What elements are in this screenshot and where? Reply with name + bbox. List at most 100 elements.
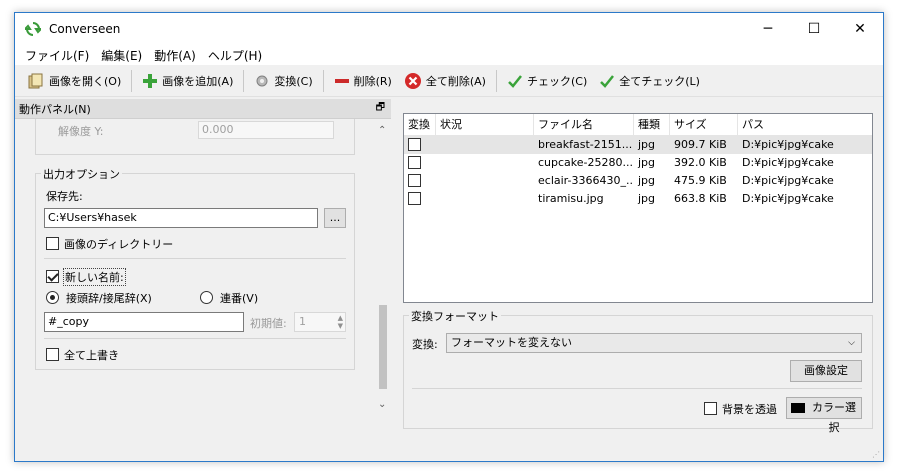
action-panel: 動作パネル(N) 🗗 解像度 Y: 0.000 出力オプション 保存先: C:¥…: [15, 99, 391, 461]
menu-help[interactable]: ヘルプ(H): [202, 47, 268, 64]
folder-image-icon: [28, 73, 43, 88]
table-row[interactable]: cupcake-25280... jpg 392.0 KiB D:¥pic¥jp…: [404, 154, 872, 172]
scroll-down-icon[interactable]: ⌄: [378, 399, 386, 410]
resize-grip-icon[interactable]: ⋰: [872, 450, 880, 459]
add-images-button[interactable]: 画像を追加(A): [136, 67, 239, 95]
transparent-bg-label: 背景を透過: [722, 403, 777, 416]
rename-input[interactable]: #_copy: [44, 312, 244, 332]
toolbar-separator: [131, 69, 133, 92]
row-size: 392.0 KiB: [674, 156, 727, 169]
color-select-label: カラー選択: [812, 401, 856, 434]
convert-button[interactable]: 変換(C): [248, 67, 318, 95]
delete-all-button[interactable]: 全て削除(A): [398, 67, 492, 95]
initial-value-spinner[interactable]: 1 ▲ ▼: [294, 312, 346, 332]
transparent-bg-checkbox[interactable]: [704, 402, 717, 415]
overwrite-all-checkbox[interactable]: [46, 348, 59, 361]
sequence-radio[interactable]: [200, 291, 213, 304]
app-window: Converseen ─ ☐ ✕ ファイル(F) 編集(E) 動作(A) ヘルプ…: [14, 12, 884, 462]
app-icon: [25, 22, 41, 36]
panel-scrollbar[interactable]: ⌃ ⌄: [375, 119, 391, 415]
col-path[interactable]: パス: [738, 114, 872, 135]
row-filename: eclair-3366430_...: [538, 174, 634, 187]
row-type: jpg: [638, 156, 656, 169]
new-name-checkbox[interactable]: [46, 270, 59, 283]
resolution-y-input[interactable]: 0.000: [198, 121, 334, 139]
row-checkbox[interactable]: [408, 156, 421, 169]
check-button[interactable]: チェック(C): [501, 67, 593, 95]
new-name-label: 新しい名前:: [63, 268, 126, 286]
color-swatch: [791, 403, 805, 413]
browse-button[interactable]: ...: [324, 208, 346, 228]
check-all-icon: [600, 74, 615, 88]
menu-edit[interactable]: 編集(E): [95, 47, 148, 64]
row-status: [436, 136, 534, 154]
menu-action[interactable]: 動作(A): [148, 47, 202, 64]
overwrite-all-label: 全て上書き: [64, 349, 119, 362]
row-type: jpg: [638, 174, 656, 187]
scrollbar-thumb[interactable]: [379, 305, 387, 389]
minimize-button[interactable]: ─: [745, 13, 791, 45]
row-checkbox[interactable]: [408, 192, 421, 205]
row-type: jpg: [638, 138, 656, 151]
table-row[interactable]: tiramisu.jpg jpg 663.8 KiB D:¥pic¥jpg¥ca…: [404, 190, 872, 208]
row-checkbox[interactable]: [408, 174, 421, 187]
open-images-button[interactable]: 画像を開く(O): [21, 67, 127, 95]
menu-file[interactable]: ファイル(F): [19, 47, 95, 64]
toolbar: 画像を開く(O) 画像を追加(A) 変換(C) 削除(R) 全て削除(A) チェ…: [15, 65, 883, 97]
row-size: 663.8 KiB: [674, 192, 727, 205]
color-select-button[interactable]: カラー選択: [786, 397, 862, 434]
save-to-input[interactable]: C:¥Users¥hasek: [44, 208, 318, 228]
col-convert[interactable]: 変換: [404, 114, 436, 135]
image-dir-label: 画像のディレクトリー: [64, 238, 174, 251]
panel-title: 動作パネル(N): [19, 102, 91, 116]
col-status[interactable]: 状況: [436, 114, 534, 135]
menu-bar: ファイル(F) 編集(E) 動作(A) ヘルプ(H): [15, 45, 883, 65]
save-to-label: 保存先:: [46, 190, 83, 203]
maximize-button[interactable]: ☐: [791, 13, 837, 45]
row-status: [436, 190, 534, 208]
row-path: D:¥pic¥jpg¥cake: [742, 192, 834, 205]
plus-icon: [143, 73, 158, 88]
conversion-format-group: 変換フォーマット 変換: フォーマットを変えない ⌵ 画像設定 背景を透過 カラ…: [403, 308, 873, 434]
prefix-suffix-radio[interactable]: [46, 291, 59, 304]
check-all-button[interactable]: 全てチェック(L): [593, 67, 706, 95]
scroll-up-icon[interactable]: ⌃: [378, 125, 386, 136]
format-select-value: フォーマットを変えない: [451, 336, 572, 349]
row-path: D:¥pic¥jpg¥cake: [742, 138, 834, 151]
float-panel-icon[interactable]: 🗗: [376, 100, 385, 117]
table-header: 変換 状況 ファイル名 種類 サイズ パス: [404, 114, 872, 136]
image-dir-checkbox[interactable]: [46, 237, 59, 250]
toolbar-separator: [243, 69, 245, 92]
panel-header: 動作パネル(N) 🗗: [15, 99, 391, 119]
window-title: Converseen: [49, 22, 121, 36]
image-settings-button[interactable]: 画像設定: [790, 360, 862, 382]
delete-button[interactable]: 削除(R): [328, 67, 398, 95]
check-icon: [508, 74, 522, 88]
row-type: jpg: [638, 192, 656, 205]
gear-icon: [256, 75, 268, 86]
row-size: 909.7 KiB: [674, 138, 727, 151]
col-filename[interactable]: ファイル名: [534, 114, 634, 135]
table-row[interactable]: eclair-3366430_... jpg 475.9 KiB D:¥pic¥…: [404, 172, 872, 190]
output-options-group: 出力オプション 保存先: C:¥Users¥hasek ... 画像のディレクト…: [35, 166, 355, 370]
delete-all-icon: [404, 72, 421, 89]
format-select[interactable]: フォーマットを変えない ⌵: [446, 333, 862, 353]
spinner-arrows-icon[interactable]: ▲ ▼: [338, 314, 343, 330]
col-type[interactable]: 種類: [634, 114, 670, 135]
prefix-suffix-label: 接頭辞/接尾辞(X): [66, 292, 152, 305]
row-checkbox[interactable]: [408, 138, 421, 151]
row-filename: cupcake-25280...: [538, 156, 633, 169]
toolbar-separator: [322, 69, 324, 92]
sequence-label: 連番(V): [220, 292, 259, 305]
initial-value: 1: [299, 315, 306, 328]
table-row[interactable]: breakfast-2151... jpg 909.7 KiB D:¥pic¥j…: [404, 136, 872, 154]
divider: [44, 258, 346, 259]
col-size[interactable]: サイズ: [670, 114, 738, 135]
close-button[interactable]: ✕: [837, 13, 883, 45]
row-path: D:¥pic¥jpg¥cake: [742, 174, 834, 187]
file-table: 変換 状況 ファイル名 種類 サイズ パス breakfast-2151... …: [403, 113, 873, 303]
toolbar-separator: [495, 69, 497, 92]
divider: [412, 388, 862, 389]
row-size: 475.9 KiB: [674, 174, 727, 187]
panel-body: 解像度 Y: 0.000 出力オプション 保存先: C:¥Users¥hasek…: [15, 119, 391, 461]
